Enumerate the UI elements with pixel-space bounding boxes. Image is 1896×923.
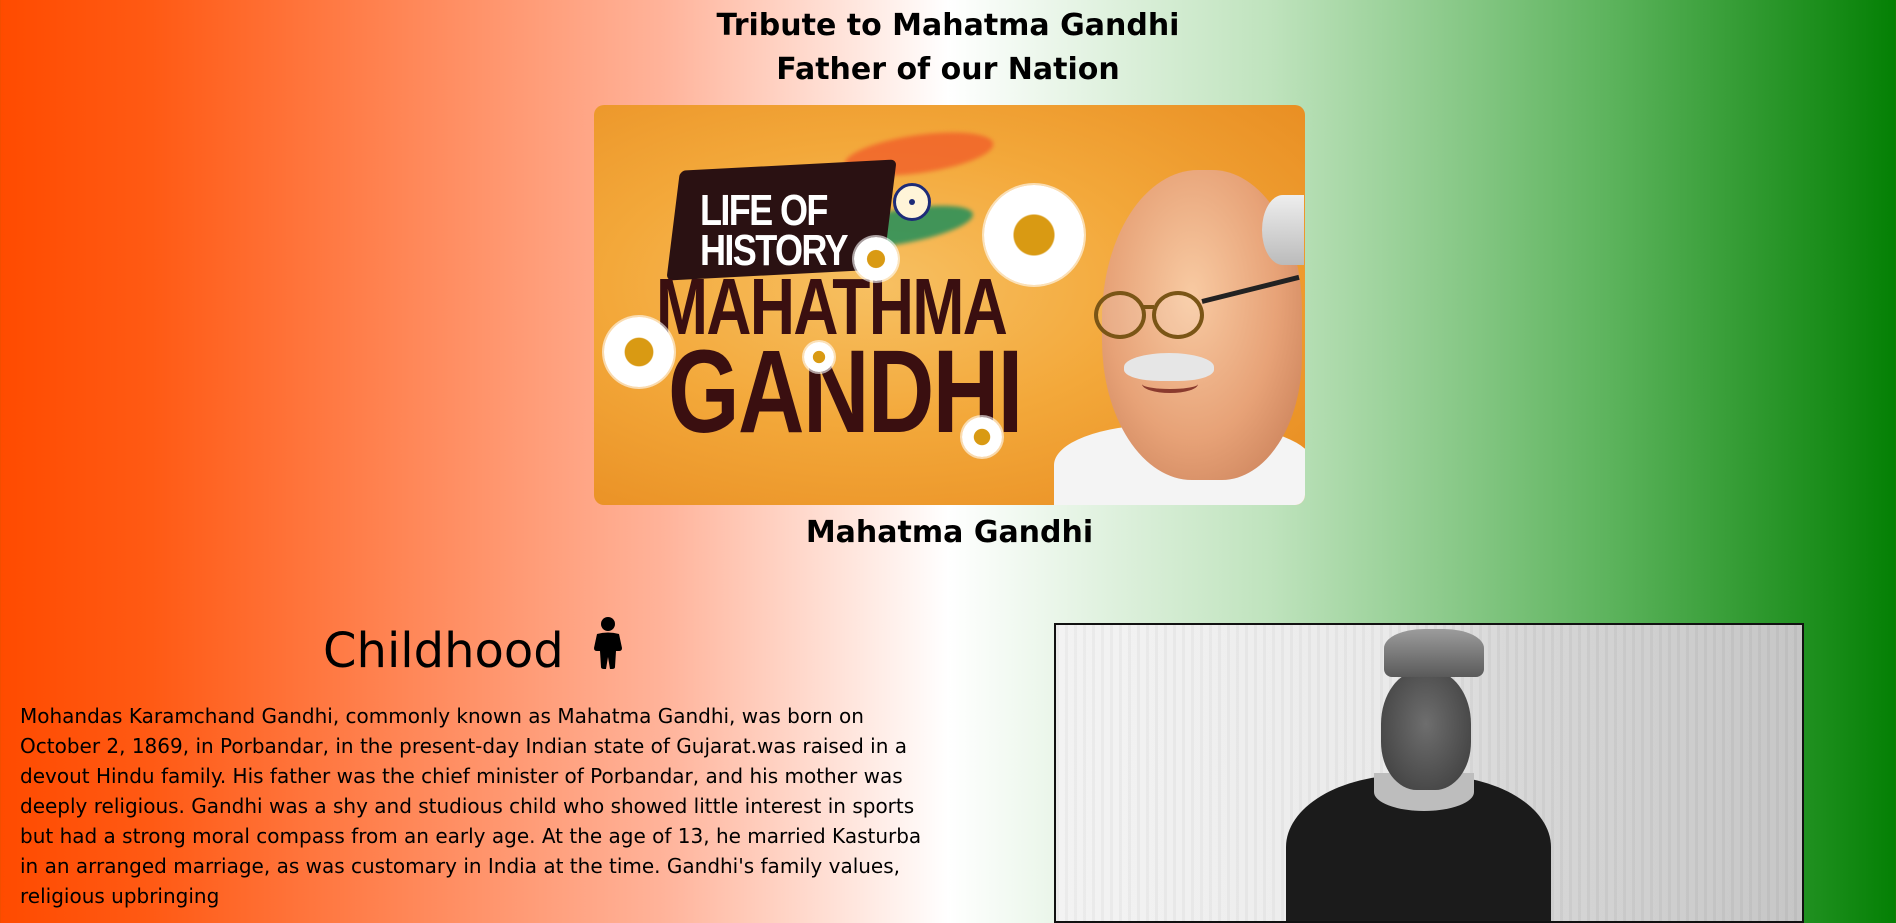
daisy-icon: [984, 185, 1084, 285]
ashoka-chakra-icon: [893, 183, 931, 221]
childhood-heading-label: Childhood: [323, 623, 564, 679]
portrait-smile: [1142, 375, 1198, 393]
page-header: Tribute to Mahatma Gandhi Father of our …: [0, 4, 1896, 92]
childhood-heading: Childhood: [0, 616, 948, 685]
daisy-icon: [604, 317, 674, 387]
page-title: Tribute to Mahatma Gandhi: [716, 8, 1180, 43]
page-subtitle: Father of our Nation: [776, 52, 1120, 87]
hero-badge-text: LIFE OF HISTORY: [700, 186, 849, 275]
spectacles-right-icon: [1152, 291, 1204, 339]
childhood-photo: [1054, 623, 1804, 923]
daisy-icon: [804, 342, 834, 372]
spectacles-left-icon: [1094, 291, 1146, 339]
spectacles-bridge: [1142, 305, 1154, 309]
photo-boy-cap: [1384, 629, 1484, 677]
daisy-icon: [962, 417, 1002, 457]
daisy-icon: [854, 237, 898, 281]
hero-image: LIFE OF HISTORY MAHATHMA GANDHI: [594, 105, 1305, 505]
photo-boy-face: [1381, 670, 1471, 790]
hero-caption: Mahatma Gandhi: [805, 515, 1094, 550]
portrait-hair: [1262, 195, 1304, 265]
child-icon: [591, 617, 625, 685]
childhood-paragraph: Mohandas Karamchand Gandhi, commonly kno…: [20, 704, 922, 908]
